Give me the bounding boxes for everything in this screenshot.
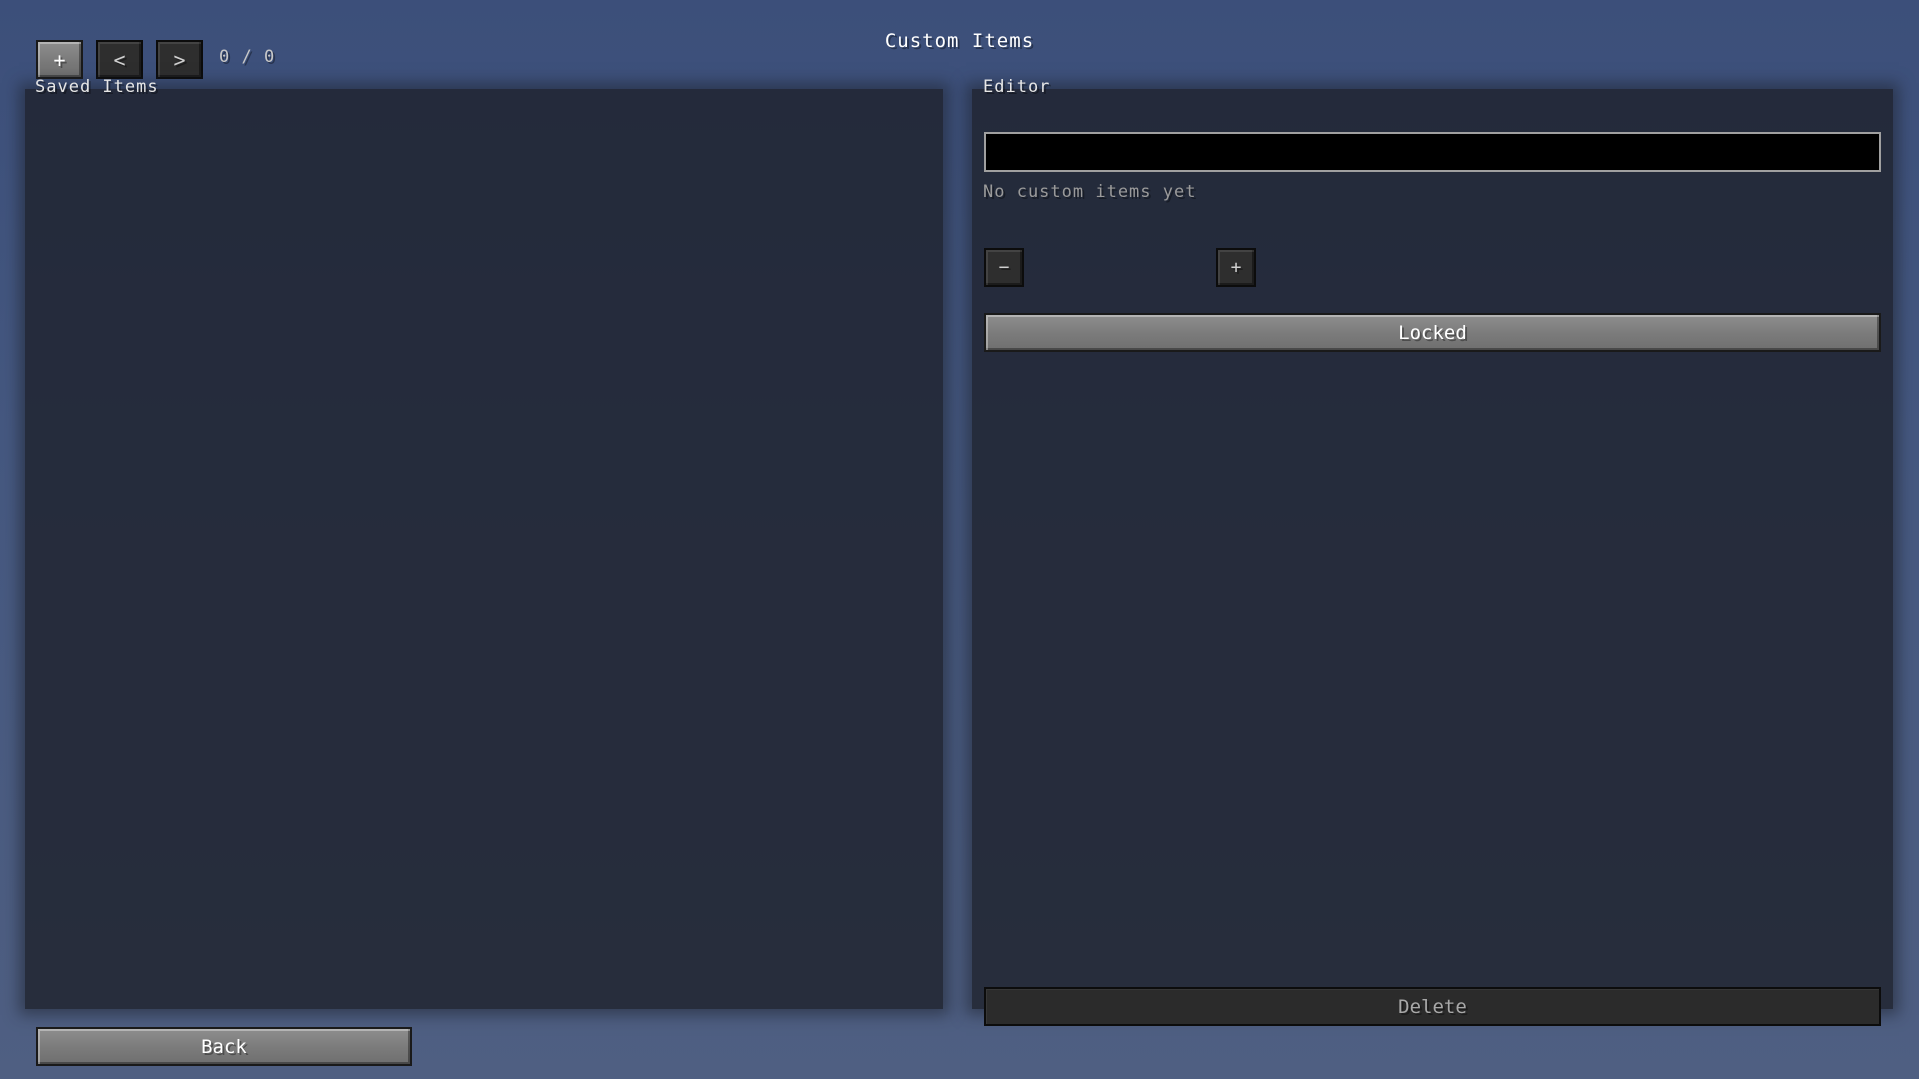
- locked-toggle-label: Locked: [1398, 321, 1467, 344]
- plus-icon: +: [1230, 257, 1242, 278]
- back-button-label: Back: [201, 1035, 247, 1058]
- add-item-button[interactable]: +: [36, 40, 83, 79]
- item-name-input[interactable]: [984, 132, 1881, 172]
- editor-label: Editor: [983, 77, 1051, 97]
- chevron-left-icon: <: [113, 47, 126, 72]
- next-page-button[interactable]: >: [156, 40, 203, 79]
- empty-state-hint: No custom items yet: [983, 182, 1197, 202]
- delete-button[interactable]: Delete: [984, 987, 1881, 1026]
- previous-page-button[interactable]: <: [96, 40, 143, 79]
- locked-toggle-button[interactable]: Locked: [984, 313, 1881, 352]
- chevron-right-icon: >: [173, 47, 186, 72]
- back-button[interactable]: Back: [36, 1027, 412, 1066]
- delete-button-label: Delete: [1398, 995, 1467, 1018]
- decrease-button[interactable]: −: [984, 248, 1024, 287]
- page-counter: 0 / 0: [219, 47, 276, 67]
- minus-icon: −: [998, 257, 1010, 278]
- plus-icon: +: [53, 47, 66, 72]
- page-title: Custom Items: [884, 30, 1035, 52]
- increase-button[interactable]: +: [1216, 248, 1256, 287]
- saved-items-label: Saved Items: [35, 77, 159, 97]
- editor-panel: [972, 89, 1893, 1009]
- saved-items-panel[interactable]: [25, 89, 943, 1009]
